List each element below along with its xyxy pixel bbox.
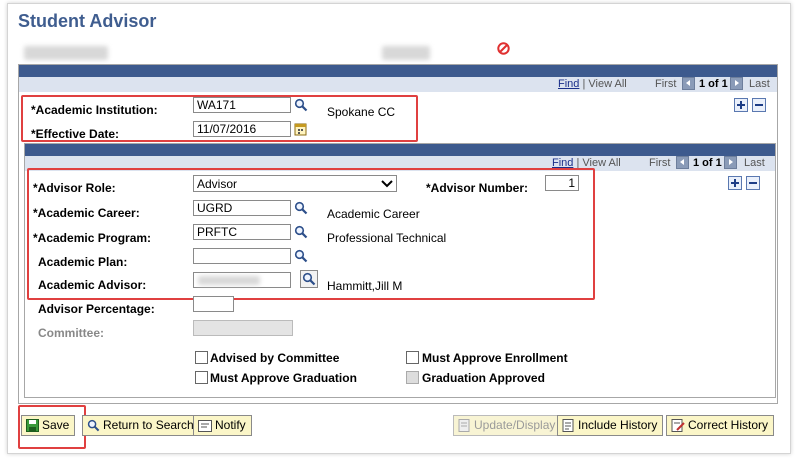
correct-history-icon <box>671 419 685 432</box>
advisor-role-select[interactable]: Advisor <box>193 175 397 192</box>
floppy-disk-icon <box>26 419 39 432</box>
redacted-student-id <box>24 46 108 60</box>
advised-by-committee-checkbox[interactable] <box>195 351 208 364</box>
update-display-button: Update/Display <box>453 415 562 436</box>
outer-delete-row-icon[interactable] <box>752 98 766 112</box>
committee-input <box>193 320 293 336</box>
program-lookup-icon[interactable] <box>294 225 308 239</box>
advisor-lookup-button[interactable] <box>300 270 318 288</box>
advisor-role-label: *Advisor Role: <box>33 181 116 195</box>
inner-count: 1 of 1 <box>693 157 722 169</box>
outer-nav-bar: Find | View All First 1 of 1 Last <box>19 77 777 92</box>
no-entry-icon <box>497 42 510 55</box>
academic-program-label: *Academic Program: <box>33 231 152 245</box>
effective-date-label: *Effective Date: <box>31 127 120 141</box>
advisor-lookup-icon <box>302 272 316 286</box>
institution-label: *Academic Institution: <box>31 103 158 117</box>
advisor-number-input[interactable] <box>545 175 579 191</box>
outer-last-label: Last <box>749 78 770 90</box>
outer-prev-arrow-icon[interactable] <box>682 77 695 90</box>
institution-lookup-icon[interactable] <box>294 98 308 112</box>
outer-count: 1 of 1 <box>699 78 728 90</box>
notify-icon <box>198 419 212 432</box>
calendar-icon[interactable] <box>294 122 307 136</box>
inner-prev-arrow-icon[interactable] <box>676 156 689 169</box>
academic-advisor-description: Hammitt,Jill M <box>327 279 403 293</box>
notify-button[interactable]: Notify <box>193 415 252 436</box>
correct-history-button[interactable]: Correct History <box>666 415 775 436</box>
career-lookup-icon[interactable] <box>294 201 308 215</box>
inner-first-label: First <box>649 157 671 169</box>
advisor-number-label: *Advisor Number: <box>426 181 529 195</box>
advisor-percentage-label: Advisor Percentage: <box>38 302 155 316</box>
outer-view-all-link[interactable]: View All <box>588 78 626 90</box>
academic-career-input[interactable] <box>193 200 291 216</box>
redacted-advisor-id <box>198 276 260 285</box>
must-approve-enrollment-checkbox[interactable] <box>406 351 419 364</box>
inner-next-arrow-icon[interactable] <box>724 156 737 169</box>
save-button[interactable]: Save <box>21 415 76 436</box>
academic-career-label: *Academic Career: <box>33 206 140 220</box>
advisor-role-value: Advisor <box>197 176 238 191</box>
include-history-button[interactable]: Include History <box>557 415 664 436</box>
plan-lookup-icon[interactable] <box>294 249 308 263</box>
academic-advisor-input[interactable] <box>193 272 291 288</box>
effective-date-input[interactable] <box>193 121 291 137</box>
academic-program-description: Professional Technical <box>327 231 447 245</box>
institution-input[interactable] <box>193 97 291 113</box>
academic-program-input[interactable] <box>193 224 291 240</box>
inner-header: Find | View All First 1 of 1 Last <box>25 144 775 171</box>
institution-description: Spokane CC <box>327 105 396 119</box>
include-history-icon <box>562 419 574 432</box>
outer-next-arrow-icon[interactable] <box>730 77 743 90</box>
update-display-icon <box>458 419 470 432</box>
advised-by-committee-label: Advised by Committee <box>210 351 340 365</box>
academic-career-description: Academic Career <box>327 207 420 221</box>
outer-find-link[interactable]: Find <box>558 78 579 90</box>
graduation-approved-checkbox <box>406 371 419 384</box>
academic-plan-label: Academic Plan: <box>38 255 128 269</box>
academic-plan-input[interactable] <box>193 248 291 264</box>
advisor-percentage-input[interactable] <box>193 296 234 312</box>
return-to-search-button[interactable]: Return to Search <box>82 415 200 436</box>
search-icon <box>87 419 100 432</box>
redacted-student-name <box>382 46 430 60</box>
outer-first-label: First <box>655 78 677 90</box>
must-approve-enrollment-label: Must Approve Enrollment <box>422 351 568 365</box>
inner-last-label: Last <box>744 157 765 169</box>
inner-delete-row-icon[interactable] <box>746 176 760 190</box>
outer-header: Find | View All First 1 of 1 Last <box>19 65 777 92</box>
must-approve-graduation-label: Must Approve Graduation <box>210 371 357 385</box>
academic-advisor-label: Academic Advisor: <box>38 278 147 292</box>
must-approve-graduation-checkbox[interactable] <box>195 371 208 384</box>
chevron-down-icon <box>381 179 393 187</box>
graduation-approved-label: Graduation Approved <box>422 371 545 385</box>
outer-add-row-icon[interactable] <box>734 98 748 112</box>
committee-label: Committee: <box>38 326 105 340</box>
inner-add-row-icon[interactable] <box>728 176 742 190</box>
page-title: Student Advisor <box>18 11 157 31</box>
